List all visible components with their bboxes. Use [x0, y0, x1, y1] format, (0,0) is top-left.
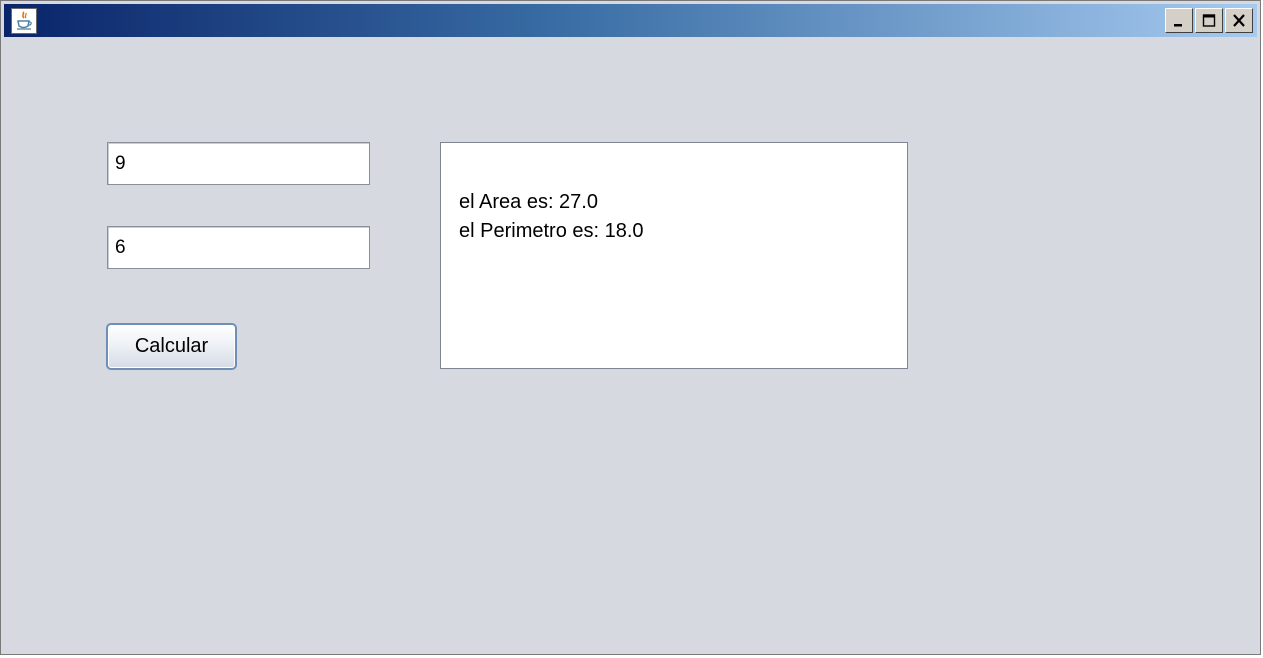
app-window: Calcular el Area es: 27.0 el Perimetro e… — [0, 0, 1261, 655]
maximize-button[interactable] — [1195, 8, 1223, 33]
first-number-input[interactable] — [107, 142, 370, 185]
maximize-icon — [1202, 14, 1216, 27]
title-bar[interactable] — [4, 4, 1257, 37]
close-button[interactable] — [1225, 8, 1253, 33]
close-icon — [1233, 14, 1245, 27]
window-controls — [1165, 8, 1253, 33]
result-text-area[interactable]: el Area es: 27.0 el Perimetro es: 18.0 — [440, 142, 908, 369]
area-result-line: el Area es: 27.0 — [459, 191, 598, 213]
minimize-button[interactable] — [1165, 8, 1193, 33]
second-number-input[interactable] — [107, 226, 370, 269]
calculate-button[interactable]: Calcular — [106, 323, 237, 370]
perimeter-result-line: el Perimetro es: 18.0 — [459, 220, 644, 242]
java-coffee-cup-icon[interactable] — [11, 8, 37, 34]
minimize-icon — [1174, 24, 1182, 27]
